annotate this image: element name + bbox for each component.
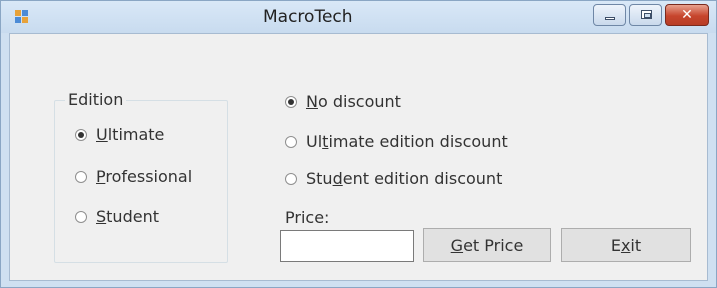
radio-button[interactable]	[75, 210, 87, 223]
radio-button[interactable]	[75, 128, 87, 141]
radio-ultimate[interactable]: Ultimate	[75, 125, 164, 144]
radio-button[interactable]	[75, 170, 87, 183]
price-field[interactable]	[280, 230, 414, 262]
minimize-icon	[605, 17, 615, 20]
radio-student-discount[interactable]: Student edition discount	[285, 169, 502, 188]
get-price-label: Get Price	[450, 235, 524, 255]
close-icon: ✕	[681, 7, 693, 23]
maximize-icon	[641, 10, 652, 19]
exit-label: Exit	[610, 235, 642, 255]
window-title: MacroTech	[263, 7, 353, 27]
price-label: Price:	[285, 208, 330, 227]
radio-label: Professional	[96, 167, 193, 186]
radio-student[interactable]: Student	[75, 207, 159, 226]
exit-button[interactable]: Exit	[561, 228, 691, 262]
radio-label: Ultimate edition discount	[306, 132, 508, 151]
title-bar[interactable]: MacroTech ✕	[1, 1, 716, 33]
radio-label: Student edition discount	[306, 169, 503, 188]
radio-button[interactable]	[285, 172, 297, 185]
app-icon[interactable]	[15, 10, 29, 24]
radio-professional[interactable]: Professional	[75, 167, 192, 186]
radio-label: Student	[96, 207, 159, 226]
maximize-button[interactable]	[629, 4, 662, 26]
get-price-button[interactable]: Get Price	[423, 228, 551, 262]
edition-group-label: Edition	[65, 90, 127, 109]
radio-ultimate-discount[interactable]: Ultimate edition discount	[285, 132, 508, 151]
minimize-button[interactable]	[593, 4, 626, 26]
close-button[interactable]: ✕	[665, 4, 709, 26]
app-window: MacroTech ✕ Edition Ultimate Professiona…	[0, 0, 717, 288]
radio-no-discount[interactable]: No discount	[285, 92, 401, 111]
radio-button[interactable]	[285, 135, 297, 148]
radio-button[interactable]	[285, 95, 297, 108]
radio-label: Ultimate	[96, 125, 165, 144]
radio-label: No discount	[306, 92, 401, 111]
